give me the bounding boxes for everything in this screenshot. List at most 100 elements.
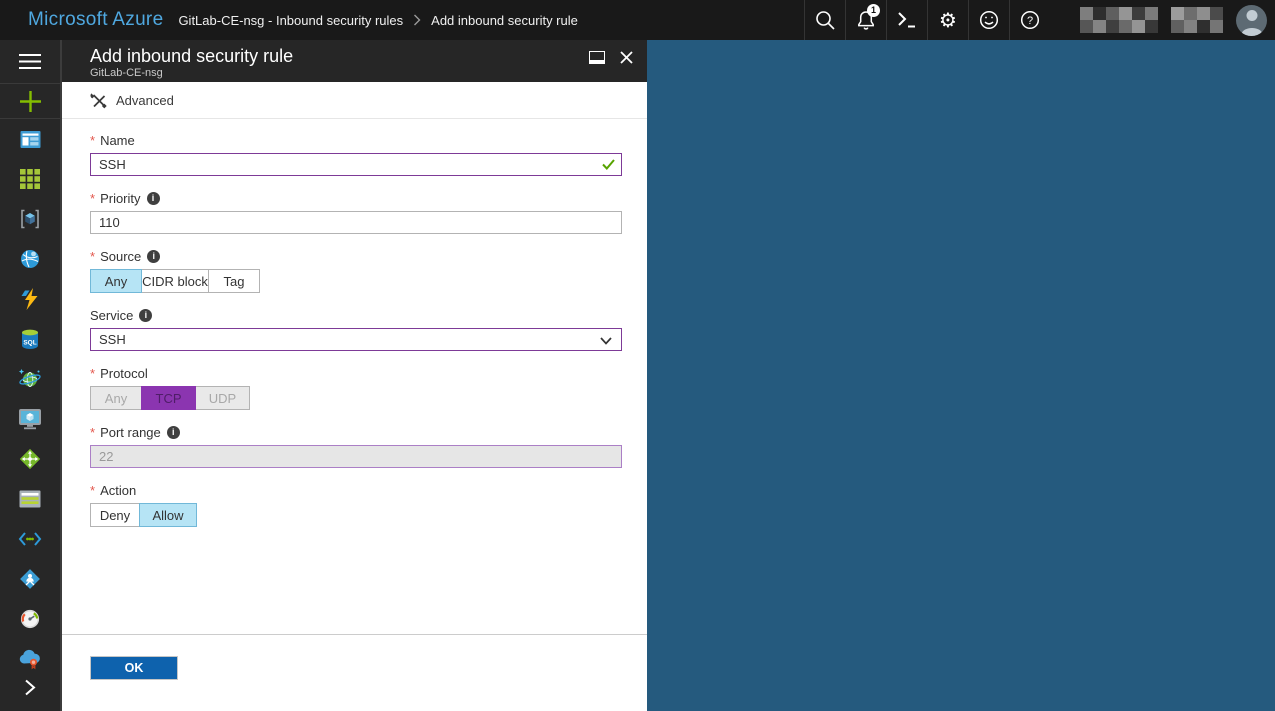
name-field-group: * Name	[90, 133, 622, 176]
sidebar-item-storage-accounts[interactable]	[0, 479, 60, 519]
topbar-actions: 1 ⚙ ?	[804, 0, 1275, 40]
port-range-info-icon[interactable]	[167, 426, 180, 439]
source-option-tag[interactable]: Tag	[208, 269, 260, 293]
name-label: Name	[100, 133, 135, 148]
all-resources-icon	[20, 169, 40, 189]
settings-button[interactable]: ⚙	[927, 0, 968, 40]
breadcrumb-chevron-icon	[413, 14, 421, 26]
sql-databases-icon: SQL	[20, 328, 40, 350]
left-sidebar: SQL	[0, 40, 60, 711]
port-range-field-group: * Port range	[90, 425, 622, 468]
advanced-button[interactable]: Advanced	[90, 92, 174, 109]
sidebar-hamburger-menu[interactable]	[0, 40, 60, 83]
virtual-machines-icon	[19, 409, 41, 430]
blade-window-controls	[589, 51, 633, 64]
required-marker: *	[90, 191, 95, 206]
action-toggle: Deny Allow	[90, 503, 622, 527]
settings-gear-icon: ⚙	[939, 10, 957, 30]
notifications-button[interactable]: 1	[845, 0, 886, 40]
protocol-label: Protocol	[100, 366, 148, 381]
avatar-person-icon	[1246, 10, 1257, 21]
breadcrumb-current: Add inbound security rule	[431, 13, 578, 28]
required-marker: *	[90, 425, 95, 440]
protocol-option-tcp: TCP	[141, 386, 196, 410]
storage-accounts-icon	[19, 490, 41, 508]
blade-header: Add inbound security rule GitLab-CE-nsg	[62, 40, 647, 82]
priority-info-icon[interactable]	[147, 192, 160, 205]
help-button[interactable]: ?	[1009, 0, 1050, 40]
sidebar-item-function-apps[interactable]	[0, 279, 60, 319]
close-icon	[620, 51, 633, 64]
cloud-shell-button[interactable]	[886, 0, 927, 40]
sidebar-item-load-balancers[interactable]	[0, 439, 60, 479]
action-field-group: * Action Deny Allow	[90, 483, 622, 527]
cosmos-db-icon	[18, 368, 42, 390]
notification-count-badge: 1	[867, 4, 880, 17]
close-button[interactable]	[620, 51, 633, 64]
breadcrumb: GitLab-CE-nsg - Inbound security rules A…	[178, 13, 577, 28]
source-option-cidr-block[interactable]: CIDR block	[141, 269, 209, 293]
top-bar: Microsoft Azure GitLab-CE-nsg - Inbound …	[0, 0, 1275, 40]
sidebar-item-virtual-networks[interactable]	[0, 519, 60, 559]
protocol-option-any: Any	[90, 386, 142, 410]
port-range-label-row: * Port range	[90, 425, 622, 440]
virtual-networks-icon	[18, 532, 42, 546]
priority-input[interactable]	[90, 211, 622, 234]
protocol-toggle: Any TCP UDP	[90, 386, 622, 410]
required-marker: *	[90, 366, 95, 381]
action-option-allow[interactable]: Allow	[139, 503, 197, 527]
service-selected-value: SSH	[99, 332, 126, 347]
name-input[interactable]	[90, 153, 622, 176]
sidebar-item-all-resources[interactable]	[0, 159, 60, 199]
source-label-row: * Source	[90, 249, 622, 264]
breadcrumb-parent[interactable]: GitLab-CE-nsg - Inbound security rules	[178, 13, 403, 28]
service-info-icon[interactable]	[139, 309, 152, 322]
new-plus-icon	[20, 91, 41, 112]
svg-text:?: ?	[1027, 15, 1033, 27]
user-name-redacted	[1080, 7, 1224, 33]
ok-button[interactable]: OK	[90, 656, 178, 680]
sidebar-item-app-services[interactable]	[0, 239, 60, 279]
resource-groups-icon	[19, 208, 41, 230]
svg-text:SQL: SQL	[23, 340, 36, 347]
chevron-down-icon	[600, 337, 612, 345]
required-marker: *	[90, 133, 95, 148]
source-label: Source	[100, 249, 141, 264]
sidebar-item-sql-databases[interactable]: SQL	[0, 319, 60, 359]
source-info-icon[interactable]	[147, 250, 160, 263]
sidebar-item-dashboard[interactable]	[0, 119, 60, 159]
sidebar-item-azure-active-directory[interactable]	[0, 559, 60, 599]
sidebar-item-resource-groups[interactable]	[0, 199, 60, 239]
load-balancers-icon	[19, 448, 41, 470]
sidebar-item-virtual-machines[interactable]	[0, 399, 60, 439]
sidebar-item-cosmos-db[interactable]	[0, 359, 60, 399]
azure-logo[interactable]: Microsoft Azure	[28, 9, 163, 31]
action-option-deny[interactable]: Deny	[90, 503, 140, 527]
source-field-group: * Source Any CIDR block Tag	[90, 249, 622, 293]
name-label-row: * Name	[90, 133, 622, 148]
feedback-button[interactable]	[968, 0, 1009, 40]
action-label-row: * Action	[90, 483, 622, 498]
hamburger-menu-icon	[19, 54, 41, 70]
sidebar-item-new[interactable]	[0, 84, 60, 118]
required-marker: *	[90, 483, 95, 498]
service-label: Service	[90, 308, 133, 323]
maximize-button[interactable]	[589, 51, 605, 64]
service-label-row: Service	[90, 308, 622, 323]
search-button[interactable]	[804, 0, 845, 40]
help-icon: ?	[1019, 9, 1041, 31]
dashboard-icon	[20, 129, 41, 150]
feedback-smiley-icon	[978, 9, 1000, 31]
blade-toolbar: Advanced	[62, 82, 647, 119]
blade-form: * Name * Priority * Source	[62, 119, 647, 634]
protocol-field-group: * Protocol Any TCP UDP	[90, 366, 622, 410]
source-option-any[interactable]: Any	[90, 269, 142, 293]
sidebar-item-monitor[interactable]	[0, 599, 60, 639]
source-toggle: Any CIDR block Tag	[90, 269, 622, 293]
sidebar-expand-toggle[interactable]	[0, 667, 60, 707]
advanced-label: Advanced	[116, 93, 174, 108]
tools-icon	[90, 92, 107, 109]
user-avatar[interactable]	[1236, 5, 1267, 36]
service-select[interactable]: SSH	[90, 328, 622, 351]
azure-active-directory-icon	[19, 568, 41, 590]
